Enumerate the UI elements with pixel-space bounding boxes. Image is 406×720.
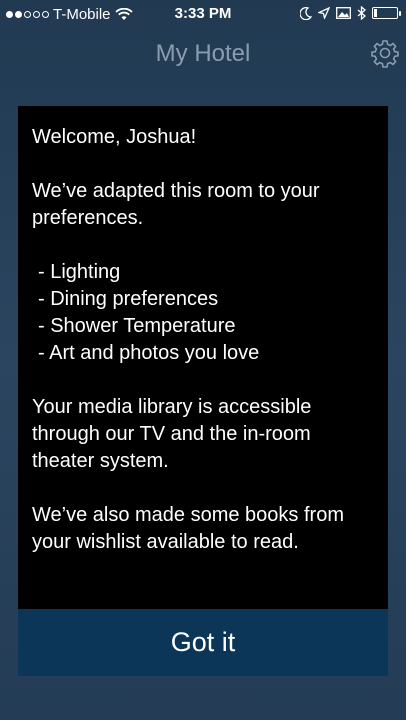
photo-icon (336, 7, 351, 19)
battery-icon (372, 7, 401, 19)
gear-icon (371, 40, 399, 68)
moon-icon (300, 6, 312, 20)
list-item: Lighting (38, 259, 374, 286)
bluetooth-icon (357, 6, 366, 20)
intro-text: We’ve adapted this room to your preferen… (32, 180, 320, 229)
list-item: Art and photos you love (38, 340, 374, 367)
navigation-bar: My Hotel (0, 30, 406, 80)
status-bar: T-Mobile 3:33 PM (0, 0, 406, 30)
page-title: My Hotel (155, 40, 251, 67)
battery-level (374, 9, 377, 17)
settings-button[interactable] (370, 38, 400, 68)
greeting-text: Welcome, Joshua! (32, 126, 197, 148)
media-text: Your media library is accessible through… (32, 396, 312, 472)
list-item: Dining preferences (38, 286, 374, 313)
list-item: Shower Temperature (38, 313, 374, 340)
got-it-button[interactable]: Got it (18, 609, 388, 676)
preferences-list: Lighting Dining preferences Shower Tempe… (32, 259, 374, 367)
books-text: We’ve also made some books from your wis… (32, 504, 344, 553)
welcome-message-card: Welcome, Joshua! We’ve adapted this room… (18, 106, 388, 609)
location-arrow-icon (318, 7, 330, 19)
status-icons (300, 6, 401, 20)
welcome-message: Welcome, Joshua! We’ve adapted this room… (18, 106, 388, 556)
